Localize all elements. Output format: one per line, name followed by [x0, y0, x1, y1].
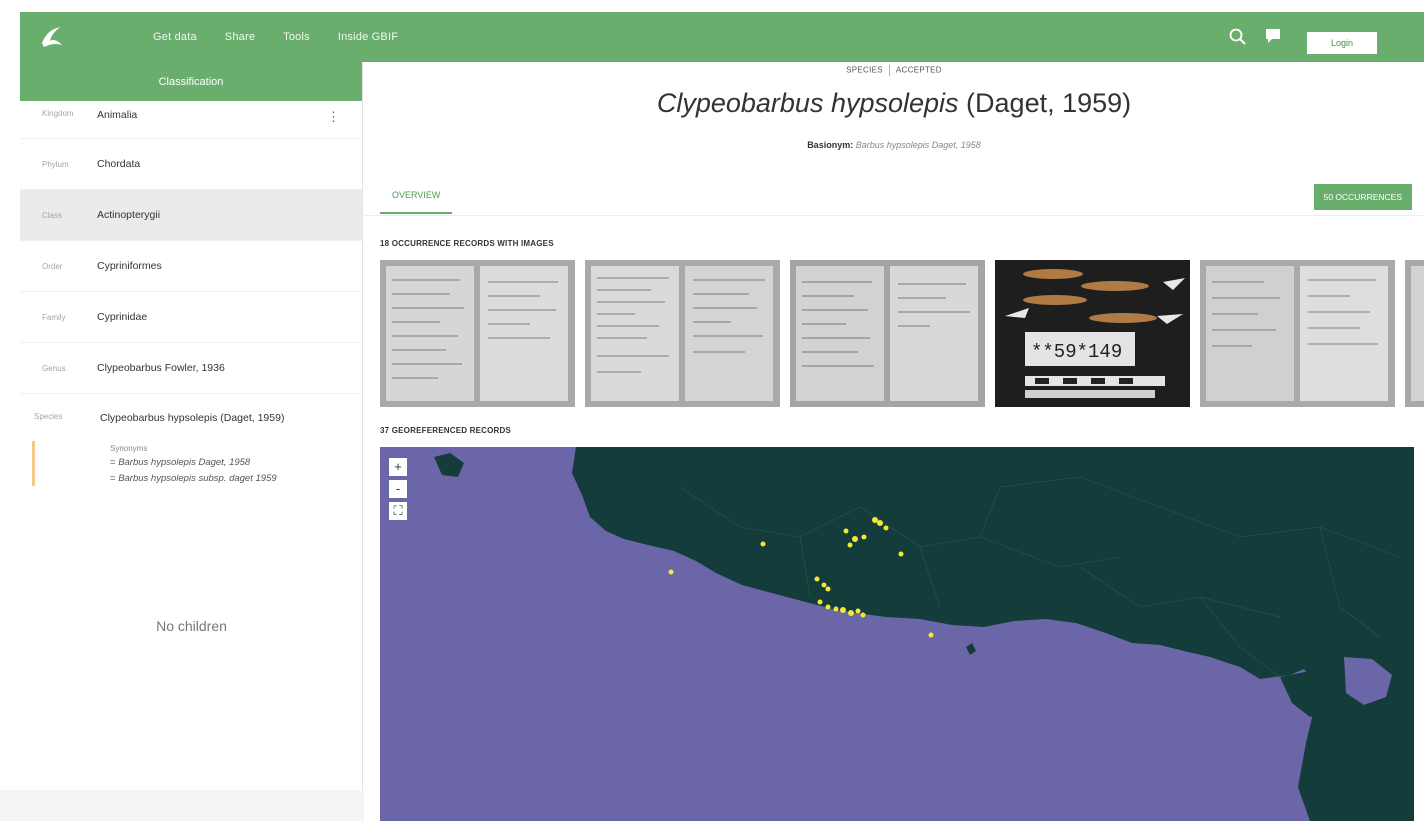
synonym-name: Barbus hypsolepis Daget, 1958 [118, 457, 251, 468]
image-gallery: **59*149 [380, 260, 1424, 407]
synonym-item[interactable]: = Barbus hypsolepis subsp. daget 1959 [110, 473, 362, 484]
search-icon[interactable] [1228, 27, 1248, 47]
occurrence-image-thumb[interactable] [380, 260, 575, 407]
more-options-icon[interactable]: ⋮ [327, 109, 340, 125]
basionym-label: Basionym: [807, 140, 854, 150]
herbarium-sheet-image [1405, 260, 1424, 407]
rank-tag: SPECIES [846, 65, 883, 75]
login-button[interactable]: Login [1307, 32, 1377, 54]
images-heading: 18 OCCURRENCE RECORDS WITH IMAGES [380, 239, 554, 248]
no-children-text: No children [156, 618, 227, 634]
species-authorship: (Daget, 1959) [966, 88, 1132, 118]
nav-inside-gbif[interactable]: Inside GBIF [338, 31, 398, 43]
nav-share[interactable]: Share [225, 31, 255, 43]
rank-row-species[interactable]: Species Clypeobarbus hypsolepis (Daget, … [20, 394, 362, 436]
occurrence-image-thumb[interactable] [585, 260, 780, 407]
classification-header: Classification [20, 62, 362, 101]
rank-row-class[interactable]: Class Actinopterygii [20, 190, 362, 241]
rank-name: Cypriniformes [97, 260, 162, 272]
rank-name: Cyprinidae [97, 311, 148, 323]
herbarium-sheet-image [1200, 260, 1395, 407]
rank-label: Family [42, 312, 66, 322]
top-navbar: Get data Share Tools Inside GBIF Login [20, 12, 1424, 62]
zoom-out-button[interactable]: - [389, 480, 407, 498]
rank-label: Species [34, 412, 63, 421]
occurrence-image-thumb[interactable]: **59*149 [995, 260, 1190, 407]
herbarium-sheet-image [585, 260, 780, 407]
synonym-item[interactable]: = Barbus hypsolepis Daget, 1958 [110, 457, 362, 468]
rank-label: Order [42, 261, 63, 271]
basionym-value[interactable]: Barbus hypsolepis Daget, 1958 [856, 140, 981, 150]
nav-get-data[interactable]: Get data [153, 31, 197, 43]
status-tag: ACCEPTED [895, 65, 942, 75]
species-main-panel: SPECIES ACCEPTED Clypeobarbus hypsolepis … [364, 62, 1424, 821]
rank-name: Clypeobarbus Fowler, 1936 [97, 362, 225, 374]
gbif-logo-icon[interactable] [38, 23, 66, 51]
rank-row-family[interactable]: Family Cyprinidae [20, 292, 362, 343]
rank-label: Genus [42, 363, 66, 373]
rank-row-phylum[interactable]: Phylum Chordata [20, 139, 362, 190]
synonyms-accent-bar [32, 441, 35, 486]
occurrences-button[interactable]: 50 OCCURRENCES [1313, 184, 1412, 210]
herbarium-sheet-image [380, 260, 575, 407]
feedback-icon[interactable] [1264, 27, 1282, 45]
zoom-in-button[interactable]: + [389, 458, 407, 476]
synonyms-block: Synonyms = Barbus hypsolepis Daget, 1958… [20, 436, 362, 486]
rank-name: Chordata [97, 158, 141, 170]
rank-row-kingdom[interactable]: Kingdom Animalia ⋮ [20, 101, 362, 139]
species-scientific-name: Clypeobarbus hypsolepis [656, 88, 959, 118]
taxon-status-tags: SPECIES ACCEPTED [364, 65, 1424, 76]
occurrence-map[interactable]: + - ⛶ [380, 447, 1414, 821]
specimen-label-text: **59*149 [1031, 341, 1122, 363]
tag-separator [888, 65, 890, 76]
map-zoom-controls: + - ⛶ [389, 458, 407, 520]
classification-sidebar: Classification Kingdom Animalia ⋮ Phylum… [20, 62, 363, 821]
rank-name: Clypeobarbus hypsolepis (Daget, 1959) [100, 412, 285, 424]
rank-name: Actinopterygii [97, 209, 161, 221]
rank-row-genus[interactable]: Genus Clypeobarbus Fowler, 1936 [20, 343, 362, 394]
fullscreen-icon[interactable]: ⛶ [389, 502, 407, 520]
main-nav: Get data Share Tools Inside GBIF [153, 12, 426, 62]
rank-label: Class [42, 210, 63, 220]
page-title: Clypeobarbus hypsolepis (Daget, 1959) [364, 88, 1424, 119]
basionym-line: Basionym: Barbus hypsolepis Daget, 1958 [364, 140, 1424, 150]
rank-label: Phylum [42, 159, 69, 169]
herbarium-sheet-image [790, 260, 985, 407]
nav-tools[interactable]: Tools [283, 31, 310, 43]
rank-name: Animalia [97, 109, 138, 121]
rank-label: Kingdom [42, 109, 74, 118]
synonym-name: Barbus hypsolepis subsp. daget 1959 [118, 473, 277, 484]
georeferenced-heading: 37 GEOREFERENCED RECORDS [380, 426, 512, 435]
occurrence-image-thumb[interactable] [790, 260, 985, 407]
fish-specimen-photo: **59*149 [995, 260, 1190, 407]
tab-overview[interactable]: OVERVIEW [380, 182, 453, 214]
sidebar-footer-strip [0, 790, 368, 821]
synonyms-title: Synonyms [110, 444, 148, 453]
africa-map-image [380, 447, 1414, 821]
content-tabs: OVERVIEW 50 OCCURRENCES [364, 172, 1424, 216]
occurrence-image-thumb[interactable] [1405, 260, 1424, 407]
occurrence-image-thumb[interactable] [1200, 260, 1395, 407]
rank-row-order[interactable]: Order Cypriniformes [20, 241, 362, 292]
